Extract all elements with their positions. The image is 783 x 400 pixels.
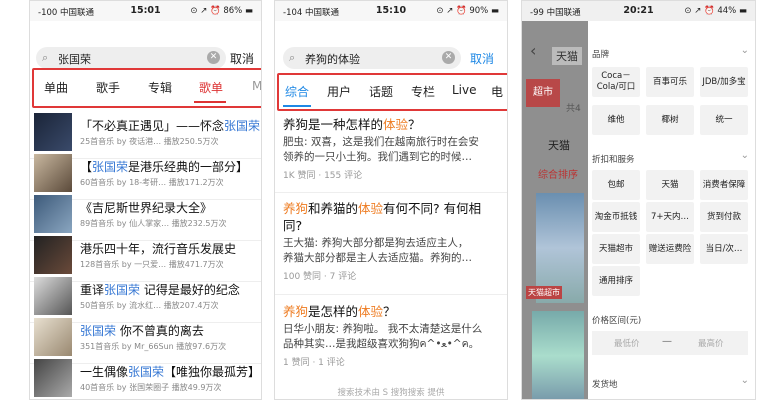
cancel-button[interactable]: 取消 bbox=[470, 50, 494, 67]
playlist-list: 「不必真正遇见」——怀念张国荣 25首音乐 by 夜话港… 播放250.5万次 … bbox=[30, 109, 261, 399]
playlist-cover bbox=[34, 359, 72, 397]
playlist-cover bbox=[34, 195, 72, 233]
playlist-cover bbox=[34, 277, 72, 315]
search-icon: ⌕ bbox=[42, 51, 49, 64]
back-icon[interactable]: ‹ bbox=[530, 41, 536, 60]
bg-sort: 综合排序 bbox=[538, 170, 578, 181]
result-excerpt: 日华小朋友: 养狗啦。 我不太清楚这是什么 品种其实…是我超级喜欢狗狗ค^•ﻌ•^… bbox=[283, 323, 483, 350]
playlist-title: 「不必真正遇见」——怀念张国荣 bbox=[80, 119, 261, 133]
bg-gift: 共4 bbox=[566, 104, 581, 114]
min-price-input[interactable]: 最低价 bbox=[614, 337, 640, 349]
chevron-down-icon[interactable]: ⌄ bbox=[741, 150, 749, 161]
search-bar: ⌕ 张国荣 ✕ bbox=[36, 47, 226, 69]
chevron-down-icon[interactable]: ⌄ bbox=[741, 375, 749, 386]
filter-chip[interactable]: JDB/加多宝 bbox=[700, 67, 748, 97]
section-ship-label: 发货地 bbox=[592, 380, 618, 390]
highlight-box bbox=[277, 73, 507, 111]
playlist-meta: 351首音乐 by Mr_66Sun 播放97.6万次 bbox=[80, 342, 227, 351]
filter-drawer: 品牌 ⌄ Coca－Cola/可口 百事可乐 JDB/加多宝 维他 椰树 统一 … bbox=[588, 21, 755, 399]
playlist-cover bbox=[34, 154, 72, 192]
result-meta: 1K 赞同 · 155 评论 bbox=[283, 171, 363, 181]
divider bbox=[275, 192, 507, 193]
playlist-title: 重译张国荣 记得是最好的纪念 bbox=[80, 283, 240, 297]
price-dash: — bbox=[662, 336, 672, 347]
result-excerpt: 王大猫: 养狗大部分都是狗去适应主人， 养猫大部分都是主人去适应猫。养狗的… bbox=[283, 237, 472, 264]
filter-chip[interactable]: 维他 bbox=[592, 105, 640, 135]
playlist-meta: 89首音乐 by 仙人掌家… 播放232.5万次 bbox=[80, 219, 227, 228]
playlist-cover bbox=[34, 318, 72, 356]
battery: ⊙ ↗ ⏰ 44% ▬ bbox=[684, 6, 747, 16]
filter-chip[interactable]: 通用排序 bbox=[592, 266, 640, 296]
bg-product-image bbox=[532, 311, 584, 399]
bg-supermarket-tag: 超市 bbox=[526, 79, 560, 107]
max-price-input[interactable]: 最高价 bbox=[698, 337, 724, 349]
playlist-title: 港乐四十年，流行音乐发展史 bbox=[80, 242, 237, 256]
cancel-button[interactable]: 取消 bbox=[230, 50, 254, 67]
filter-chip[interactable]: 7+天内… bbox=[646, 202, 694, 232]
divider bbox=[275, 294, 507, 295]
playlist-cover bbox=[34, 113, 72, 151]
playlist-title: 【张国荣是港乐经典的一部分】 bbox=[80, 160, 249, 174]
background-content: ‹ 天猫 超市 共4 天猫 综合排序 天猫超市 bbox=[522, 21, 592, 399]
filter-chip[interactable]: 天猫超市 bbox=[592, 234, 640, 264]
price-range: 最低价 — 最高价 bbox=[592, 331, 748, 355]
filter-chip[interactable]: 椰树 bbox=[646, 105, 694, 135]
playlist-meta: 40首音乐 by 张国荣圈子 播放49.9万次 bbox=[80, 383, 222, 392]
filter-chip[interactable]: 当日/次… bbox=[700, 234, 748, 264]
search-bar: ⌕ 养狗的体验 ✕ bbox=[283, 47, 461, 69]
playlist-meta: 60首音乐 by 18-考研… 播放171.2万次 bbox=[80, 178, 224, 187]
filter-chip[interactable]: 天猫 bbox=[646, 170, 694, 200]
clear-icon[interactable]: ✕ bbox=[207, 51, 220, 64]
section-service-label: 折扣和服务 bbox=[592, 155, 635, 165]
section-brand-label: 品牌 bbox=[592, 50, 610, 60]
result-title: 养狗和养猫的体验有何不同? 有何相 同? bbox=[283, 201, 482, 233]
list-item[interactable]: 一生偶像张国荣【唯独你最孤芳】 40首音乐 by 张国荣圈子 播放49.9万次 bbox=[30, 355, 261, 399]
filter-chip[interactable]: 淘金币抵钱 bbox=[592, 202, 640, 232]
filter-chip[interactable]: 消费者保障 bbox=[700, 170, 748, 200]
playlist-title: 张国荣 你不曾真的离去 bbox=[80, 324, 204, 338]
status-bar: -100 中国联通 15:01 ⊙ ↗ ⏰ 86% ▬ bbox=[30, 1, 261, 21]
result-item[interactable]: 养狗是怎样的体验？ 日华小朋友: 养狗啦。 我不太清楚这是什么 品种其实…是我超级… bbox=[283, 303, 499, 368]
result-title: 养狗是一种怎样的体验？ bbox=[283, 117, 421, 132]
result-excerpt: 肥虫: 双喜，这是我们在越南旅行时在会安 领养的一只小土狗。我们遇到它的时候… bbox=[283, 136, 479, 163]
playlist-meta: 25首音乐 by 夜话港… 播放250.5万次 bbox=[80, 137, 219, 146]
playlist-title: 《吉尼斯世界纪录大全》 bbox=[80, 201, 213, 215]
filter-chip[interactable]: 统一 bbox=[700, 105, 748, 135]
chevron-down-icon[interactable]: ⌄ bbox=[741, 45, 749, 56]
bg-ad-label: 天猫超市 bbox=[526, 286, 562, 299]
filter-chip[interactable]: 包邮 bbox=[592, 170, 640, 200]
highlight-box bbox=[32, 68, 261, 108]
search-icon: ⌕ bbox=[289, 51, 296, 64]
filter-chip[interactable]: 货到付款 bbox=[700, 202, 748, 232]
filter-chip[interactable]: 百事可乐 bbox=[646, 67, 694, 97]
filter-chip[interactable]: Coca－Cola/可口 bbox=[592, 67, 640, 97]
playlist-title: 一生偶像张国荣【唯独你最孤芳】 bbox=[80, 365, 261, 379]
panel-taobao-filter: -99 中国联通 20:21 ⊙ ↗ ⏰ 44% ▬ ‹ 天猫 超市 共4 天猫… bbox=[521, 0, 756, 400]
result-item[interactable]: 养狗和养猫的体验有何不同? 有何相 同? 王大猫: 养狗大部分都是狗去适应主人，养… bbox=[283, 200, 499, 282]
status-bar: -99 中国联通 20:21 ⊙ ↗ ⏰ 44% ▬ bbox=[522, 1, 755, 21]
bg-store-name: 天猫 bbox=[548, 139, 570, 152]
panel-music-search: -100 中国联通 15:01 ⊙ ↗ ⏰ 86% ▬ ⌕ 张国荣 ✕ 取消 单… bbox=[29, 0, 262, 400]
result-item[interactable]: 养狗是一种怎样的体验？ 肥虫: 双喜，这是我们在越南旅行时在会安 领养的一只小土狗… bbox=[283, 116, 499, 181]
playlist-meta: 50首音乐 by 流水红… 播放207.4万次 bbox=[80, 301, 219, 310]
result-meta: 1 赞同 · 1 评论 bbox=[283, 358, 345, 368]
battery: ⊙ ↗ ⏰ 86% ▬ bbox=[190, 6, 253, 16]
clear-icon[interactable]: ✕ bbox=[442, 51, 455, 64]
filter-chip[interactable]: 赠送运费险 bbox=[646, 234, 694, 264]
playlist-cover bbox=[34, 236, 72, 274]
result-meta: 100 赞同 · 7 评论 bbox=[283, 272, 357, 282]
status-bar: -104 中国联通 15:10 ⊙ ↗ ⏰ 90% ▬ bbox=[275, 1, 507, 21]
result-title: 养狗是怎样的体验？ bbox=[283, 304, 396, 319]
bg-store-title: 天猫 bbox=[552, 47, 582, 65]
search-input[interactable]: 张国荣 bbox=[58, 51, 91, 67]
search-provider-footer: 搜索技术由 S 搜狗搜索 提供 bbox=[337, 388, 445, 398]
battery: ⊙ ↗ ⏰ 90% ▬ bbox=[436, 6, 499, 16]
section-price-label: 价格区间(元) bbox=[592, 316, 642, 326]
search-input[interactable]: 养狗的体验 bbox=[305, 51, 360, 67]
panel-zhihu-search: -104 中国联通 15:10 ⊙ ↗ ⏰ 90% ▬ ⌕ 养狗的体验 ✕ 取消… bbox=[274, 0, 508, 400]
playlist-meta: 128首音乐 by 一只爱… 播放471.7万次 bbox=[80, 260, 224, 269]
